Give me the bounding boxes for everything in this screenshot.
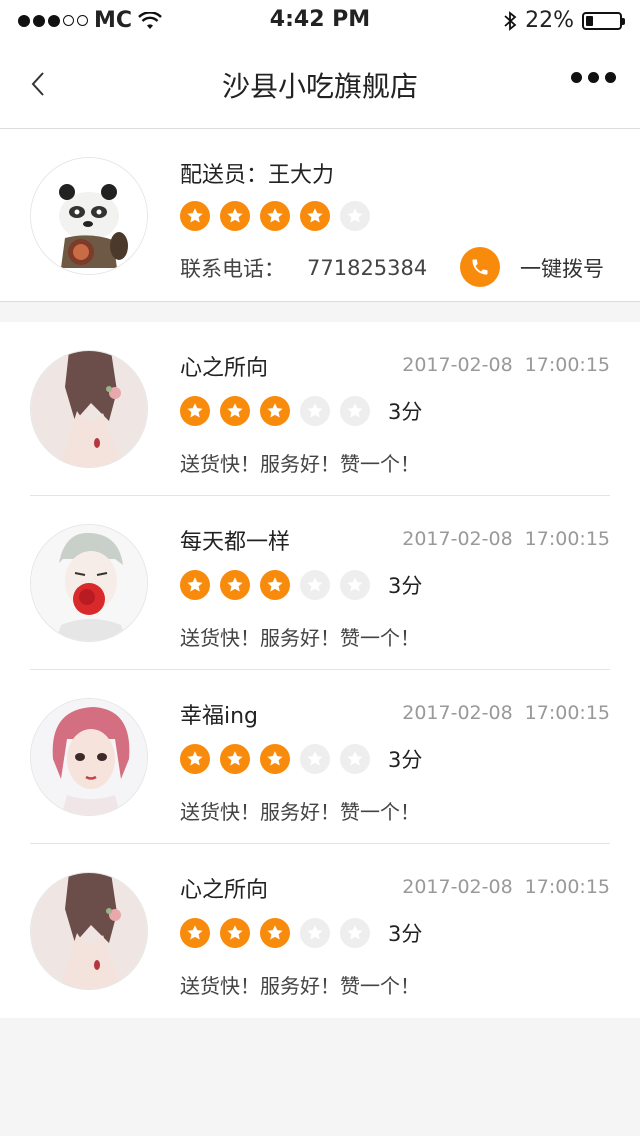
- review-time: 17:00:15: [524, 876, 610, 898]
- phone-icon: [472, 259, 488, 275]
- reviewer-avatar: [30, 698, 148, 816]
- star-empty-icon: [340, 396, 370, 426]
- call-button[interactable]: [460, 247, 500, 287]
- star-empty-icon: [300, 744, 330, 774]
- more-dots-icon: [571, 72, 582, 83]
- courier-card: 配送员：王大力 联系电话： 771825384 一键拨号: [0, 129, 640, 302]
- courier-avatar: [30, 157, 148, 275]
- star-filled-icon: [300, 201, 330, 231]
- phone-row: 联系电话： 771825384: [180, 253, 427, 283]
- review-comment: 送货快！服务好！赞一个！: [180, 974, 420, 998]
- call-label[interactable]: 一键拨号: [520, 253, 604, 283]
- star-empty-icon: [300, 570, 330, 600]
- reviewer-avatar: [30, 524, 148, 642]
- status-bar: MC 4:42 PM 22%: [0, 0, 640, 40]
- review-rating: 3分: [180, 570, 422, 600]
- reviewer-avatar: [30, 872, 148, 990]
- review-timestamp: 2017-02-08 17:00:15: [402, 876, 610, 898]
- star-filled-icon: [260, 744, 290, 774]
- review-rating: 3分: [180, 744, 422, 774]
- star-filled-icon: [220, 918, 250, 948]
- reviewer-avatar: [30, 350, 148, 468]
- star-filled-icon: [180, 201, 210, 231]
- star-empty-icon: [340, 744, 370, 774]
- star-filled-icon: [260, 201, 290, 231]
- star-empty-icon: [340, 201, 370, 231]
- nav-bar: 沙县小吃旗舰店: [0, 40, 640, 129]
- review-score: 3分: [388, 748, 423, 772]
- star-empty-icon: [300, 396, 330, 426]
- review-time: 17:00:15: [524, 528, 610, 550]
- star-filled-icon: [220, 570, 250, 600]
- review-date: 2017-02-08: [402, 528, 513, 550]
- review-timestamp: 2017-02-08 17:00:15: [402, 528, 610, 550]
- page-title: 沙县小吃旗舰店: [221, 70, 418, 103]
- star-empty-icon: [340, 570, 370, 600]
- review-time: 17:00:15: [524, 702, 610, 724]
- review-date: 2017-02-08: [402, 876, 513, 898]
- review-score: 3分: [388, 400, 423, 424]
- phone-label: 联系电话：: [180, 257, 285, 281]
- star-filled-icon: [220, 396, 250, 426]
- star-filled-icon: [220, 744, 250, 774]
- review-score: 3分: [388, 922, 423, 946]
- courier-name: 配送员：王大力: [180, 163, 335, 188]
- review-list: 心之所向 2017-02-08 17:00:15 3分 送货快！服务好！赞一个！ 每天都一…: [0, 322, 640, 1018]
- review-score: 3分: [388, 574, 423, 598]
- review-timestamp: 2017-02-08 17:00:15: [402, 354, 610, 376]
- star-filled-icon: [260, 396, 290, 426]
- battery-area: 22%: [503, 8, 625, 33]
- star-filled-icon: [180, 744, 210, 774]
- review-comment: 送货快！服务好！赞一个！: [180, 800, 420, 824]
- reviewer-name: 心之所向: [180, 356, 269, 381]
- review-comment: 送货快！服务好！赞一个！: [180, 452, 420, 476]
- bluetooth-icon: [504, 10, 517, 31]
- battery-icon: [582, 11, 625, 30]
- star-filled-icon: [180, 570, 210, 600]
- star-filled-icon: [180, 396, 210, 426]
- review-rating: 3分: [180, 918, 422, 948]
- star-empty-icon: [340, 918, 370, 948]
- review-time: 17:00:15: [524, 354, 610, 376]
- star-filled-icon: [180, 918, 210, 948]
- reviewer-name: 心之所向: [180, 878, 269, 903]
- review-rating: 3分: [180, 396, 422, 426]
- phone-number: 771825384: [307, 256, 428, 280]
- review-date: 2017-02-08: [402, 702, 513, 724]
- review-item: 每天都一样 2017-02-08 17:00:15 3分送货快！服务好！赞一个！: [0, 496, 640, 670]
- review-timestamp: 2017-02-08 17:00:15: [402, 702, 610, 724]
- star-empty-icon: [300, 918, 330, 948]
- star-filled-icon: [260, 918, 290, 948]
- star-filled-icon: [220, 201, 250, 231]
- review-item: 幸福ing 2017-02-08 17:00:15 3分送货快！服务好！赞一个！: [0, 670, 640, 844]
- star-filled-icon: [260, 570, 290, 600]
- reviewer-name: 幸福ing: [180, 704, 259, 729]
- review-date: 2017-02-08: [402, 354, 513, 376]
- more-button[interactable]: [571, 72, 616, 83]
- reviewer-name: 每天都一样: [180, 530, 291, 555]
- review-item: 心之所向 2017-02-08 17:00:15 3分送货快！服务好！赞一个！: [0, 322, 640, 496]
- battery-percent: 22%: [525, 8, 574, 33]
- review-comment: 送货快！服务好！赞一个！: [180, 626, 420, 650]
- panda-avatar-icon: [31, 158, 147, 274]
- review-item: 心之所向 2017-02-08 17:00:15 3分送货快！服务好！赞一个！: [0, 844, 640, 1018]
- courier-rating: [180, 201, 370, 231]
